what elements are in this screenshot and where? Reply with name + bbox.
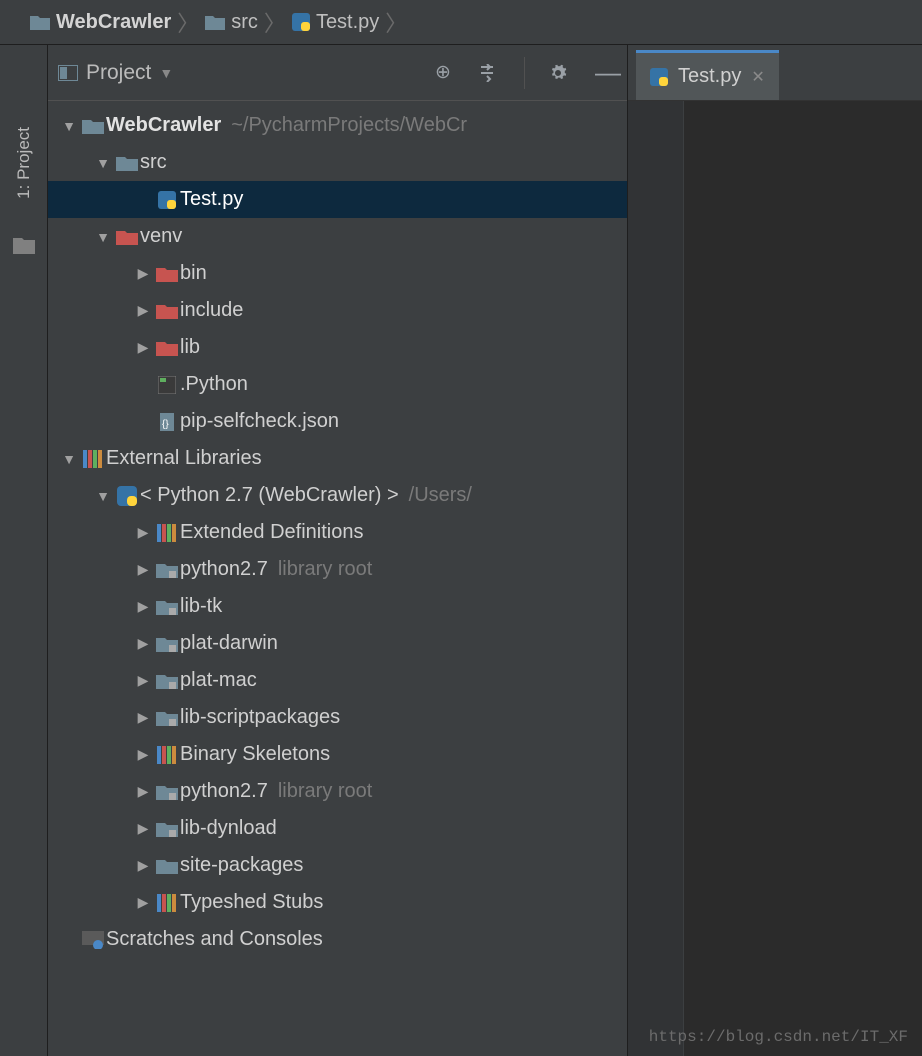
breadcrumb: WebCrawler 〉 src 〉 Test.py 〉 (0, 0, 922, 45)
binary-file-icon (154, 376, 180, 394)
excluded-folder-icon (154, 340, 180, 356)
caret-closed-icon: ▶ (132, 302, 154, 319)
lib-folder-icon (154, 562, 180, 578)
tree-row-src[interactable]: ▼ src (48, 144, 627, 181)
lib-folder-icon (154, 599, 180, 615)
left-gutter: 1: Project (0, 45, 48, 1056)
tree-row-platmac[interactable]: ▶ plat-mac (48, 662, 627, 699)
chevron-right-icon: 〉 (385, 6, 407, 38)
tree-row-python-env[interactable]: ▼ < Python 2.7 (WebCrawler) > /Users/ (48, 477, 627, 514)
excluded-folder-icon (114, 229, 140, 245)
tree-row-binskel[interactable]: ▶ Binary Skeletons (48, 736, 627, 773)
close-icon[interactable]: ✕ (751, 67, 764, 87)
json-file-icon: {} (154, 413, 180, 431)
library-icon (154, 894, 180, 912)
caret-closed-icon: ▶ (132, 857, 154, 874)
tree-row-libscript[interactable]: ▶ lib-scriptpackages (48, 699, 627, 736)
chevron-right-icon: 〉 (264, 6, 286, 38)
tree-row-python27b[interactable]: ▶ python2.7 library root (48, 773, 627, 810)
tree-row-scratches[interactable]: Scratches and Consoles (48, 921, 627, 958)
python-icon (114, 486, 140, 506)
tree-row-platdarwin[interactable]: ▶ plat-darwin (48, 625, 627, 662)
svg-text:{}: {} (162, 419, 169, 430)
folder-icon (154, 858, 180, 874)
excluded-folder-icon (154, 303, 180, 319)
folder-icon (80, 118, 106, 134)
tree-row-project-root[interactable]: ▼ WebCrawler ~/PycharmProjects/WebCr (48, 107, 627, 144)
tool-window-title[interactable]: Project ▼ (58, 61, 432, 85)
caret-open-icon: ▼ (92, 488, 114, 504)
tree-row-python27a[interactable]: ▶ python2.7 library root (48, 551, 627, 588)
lib-folder-icon (154, 821, 180, 837)
library-icon (154, 746, 180, 764)
caret-closed-icon: ▶ (132, 339, 154, 356)
breadcrumb-project[interactable]: WebCrawler (30, 11, 171, 34)
tree-row-extdef[interactable]: ▶ Extended Definitions (48, 514, 627, 551)
project-view-icon (58, 65, 78, 81)
tree-row-external-libraries[interactable]: ▼ External Libraries (48, 440, 627, 477)
caret-open-icon: ▼ (92, 229, 114, 245)
caret-open-icon: ▼ (58, 118, 80, 134)
divider (524, 57, 525, 89)
caret-closed-icon: ▶ (132, 635, 154, 652)
caret-open-icon: ▼ (58, 451, 80, 467)
tool-window-header: Project ▼ ⊕ — (48, 45, 627, 101)
python-file-icon (650, 68, 668, 86)
lib-folder-icon (154, 784, 180, 800)
sidebar-tab-project[interactable]: 1: Project (10, 115, 38, 211)
tree-row-testpy[interactable]: Test.py (48, 181, 627, 218)
lib-folder-icon (154, 673, 180, 689)
scratches-icon (80, 931, 106, 949)
tree-row-libdyn[interactable]: ▶ lib-dynload (48, 810, 627, 847)
folder-icon (114, 155, 140, 171)
caret-closed-icon: ▶ (132, 746, 154, 763)
tool-window-actions: ⊕ — (432, 57, 617, 89)
caret-closed-icon: ▶ (132, 894, 154, 911)
library-icon (154, 524, 180, 542)
tree-row-include[interactable]: ▶ include (48, 292, 627, 329)
caret-closed-icon: ▶ (132, 265, 154, 282)
caret-closed-icon: ▶ (132, 561, 154, 578)
breadcrumb-file[interactable]: Test.py (292, 11, 379, 34)
caret-closed-icon: ▶ (132, 598, 154, 615)
editor-area: Test.py ✕ (628, 45, 922, 1056)
minimize-icon[interactable]: — (595, 57, 617, 88)
project-tree: ▼ WebCrawler ~/PycharmProjects/WebCr ▼ s… (48, 101, 627, 1056)
lib-folder-icon (154, 636, 180, 652)
tree-row-libtk[interactable]: ▶ lib-tk (48, 588, 627, 625)
locate-icon[interactable]: ⊕ (432, 61, 454, 84)
tree-row-bin[interactable]: ▶ bin (48, 255, 627, 292)
tree-row-sitepkg[interactable]: ▶ site-packages (48, 847, 627, 884)
caret-closed-icon: ▶ (132, 672, 154, 689)
editor-body[interactable] (628, 101, 922, 1056)
excluded-folder-icon (154, 266, 180, 282)
editor-gutter (628, 101, 684, 1056)
breadcrumb-folder[interactable]: src (205, 11, 258, 34)
lib-folder-icon (154, 710, 180, 726)
gear-icon[interactable] (549, 64, 571, 82)
tree-row-lib[interactable]: ▶ lib (48, 329, 627, 366)
watermark: https://blog.csdn.net/IT_XF (649, 1028, 908, 1046)
python-file-icon (154, 191, 180, 209)
caret-closed-icon: ▶ (132, 524, 154, 541)
library-icon (80, 450, 106, 468)
python-file-icon (292, 13, 310, 31)
folder-icon (205, 14, 225, 30)
tree-row-typeshed[interactable]: ▶ Typeshed Stubs (48, 884, 627, 921)
project-tool-window: Project ▼ ⊕ — ▼ WebCrawler ~/P (48, 45, 628, 1056)
folder-icon[interactable] (13, 236, 35, 254)
tree-row-dotpython[interactable]: .Python (48, 366, 627, 403)
chevron-right-icon: 〉 (177, 6, 199, 38)
folder-icon (30, 14, 50, 30)
editor-tabs: Test.py ✕ (628, 45, 922, 101)
autoscroll-icon[interactable] (478, 64, 500, 82)
caret-closed-icon: ▶ (132, 820, 154, 837)
caret-open-icon: ▼ (92, 155, 114, 171)
caret-closed-icon: ▶ (132, 783, 154, 800)
tree-row-venv[interactable]: ▼ venv (48, 218, 627, 255)
editor-tab-testpy[interactable]: Test.py ✕ (636, 50, 779, 100)
caret-closed-icon: ▶ (132, 709, 154, 726)
tree-row-pipselfcheck[interactable]: {} pip-selfcheck.json (48, 403, 627, 440)
chevron-down-icon: ▼ (159, 65, 173, 81)
